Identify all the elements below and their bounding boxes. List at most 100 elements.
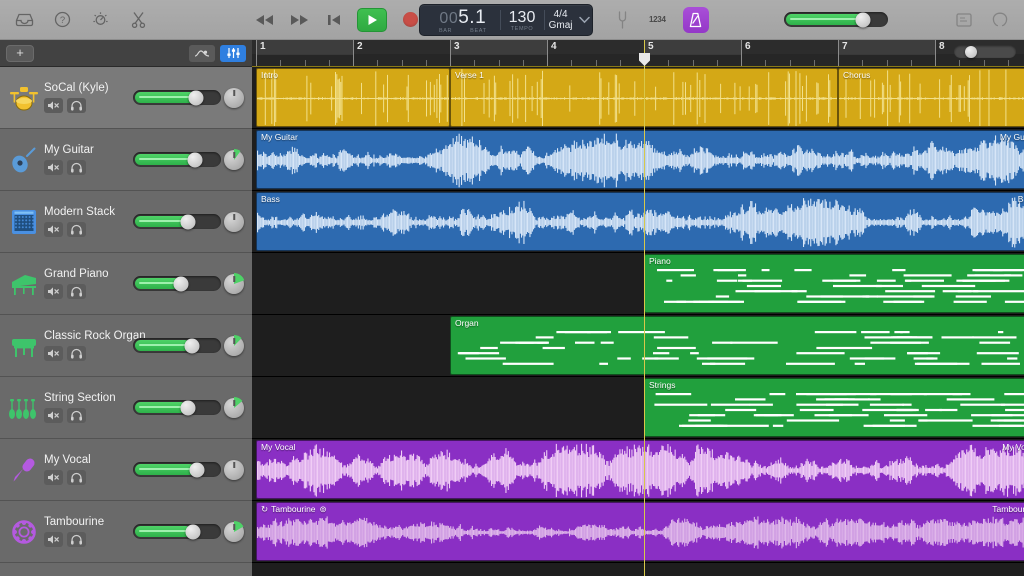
ruler-tick [1007,60,1009,66]
master-volume-slider[interactable] [784,12,888,27]
track-header[interactable]: My Vocal [0,439,252,501]
track-header[interactable]: Modern Stack [0,191,252,253]
lcd-position[interactable]: 00 5 . 1 BAR BEAT [420,5,500,35]
track-lane[interactable]: Strings [252,377,1024,439]
track-lane[interactable]: Intro Verse 1 Chorus [252,67,1024,129]
track-volume-slider[interactable] [133,152,221,167]
region[interactable]: Organ [450,316,1024,375]
mute-button[interactable] [44,284,63,299]
rewind-button[interactable] [252,9,276,31]
flex-button[interactable] [189,44,215,62]
track-volume-slider[interactable] [133,90,221,105]
ruler-bar-line [353,40,354,66]
organ-icon [8,330,40,362]
go-to-beginning-button[interactable] [322,9,346,31]
region[interactable]: My Vocal My Vocal [256,440,1024,499]
track-pan-knob[interactable] [224,87,244,108]
region-label: Organ [455,318,479,328]
track-headers-toolbar: + [0,40,252,67]
loop-browser-icon[interactable] [990,10,1010,30]
track-volume-slider[interactable] [133,214,221,229]
track-pan-knob[interactable] [224,148,244,170]
track-volume-slider[interactable] [133,524,221,539]
track-lane[interactable]: ↻Tambourine⊚ Tambourine [252,501,1024,563]
mute-button[interactable] [44,98,63,113]
ruler-tick [619,60,621,66]
solo-button[interactable] [67,470,86,485]
track-header[interactable]: Classic Rock Organ [0,315,252,377]
track-pan-knob[interactable] [224,459,244,480]
track-volume-slider[interactable] [133,276,221,291]
guitar-icon [8,144,40,176]
track-lane[interactable]: Piano [252,253,1024,315]
region[interactable]: Strings [644,378,1024,437]
solo-button[interactable] [67,532,86,547]
region[interactable]: Chorus [838,68,1024,127]
scissors-icon[interactable] [128,10,148,30]
mute-button[interactable] [44,408,63,423]
track-pan-knob[interactable] [224,272,245,294]
mute-button[interactable] [44,532,63,547]
track-header[interactable]: String Section [0,377,252,439]
track-header[interactable]: Tambourine [0,501,252,563]
metronome-icon[interactable] [682,6,709,33]
tuning-fork-icon[interactable] [612,10,632,30]
track-volume-slider[interactable] [133,400,221,415]
add-track-button[interactable]: + [6,44,34,62]
mute-button[interactable] [44,346,63,361]
track-pan-knob[interactable] [224,396,244,418]
track-header[interactable]: SoCal (Kyle) [0,67,252,129]
ruler-tick [813,60,815,66]
track-lane[interactable]: My Guitar My Guitar [252,129,1024,191]
ruler-tick [522,60,524,66]
track-header[interactable]: My Guitar [0,129,252,191]
zoom-slider[interactable] [954,45,1016,58]
ruler-bar-line [741,40,742,66]
fast-forward-button[interactable] [287,9,311,31]
region[interactable]: Piano [644,254,1024,313]
mute-button[interactable] [44,470,63,485]
count-in-icon[interactable]: 1234 [649,15,666,24]
lcd-signature[interactable]: 4/4 Gmaj [544,5,576,35]
track-header[interactable]: Grand Piano [0,253,252,315]
lcd-tempo-label: TEMPO [510,25,534,32]
library-icon[interactable] [14,10,34,30]
lcd-time-signature: 4/4 [553,8,568,20]
track-volume-slider[interactable] [133,462,221,477]
note-pad-icon[interactable] [954,10,974,30]
region[interactable]: Intro [256,68,450,127]
chevron-down-icon[interactable] [577,5,592,35]
track-lane[interactable]: My Vocal My Vocal [252,439,1024,501]
region[interactable]: My Guitar My Guitar [256,130,1024,189]
mute-button[interactable] [44,222,63,237]
region[interactable]: Bass Bass [256,192,1024,251]
track-volume-slider[interactable] [133,338,221,353]
ruler-bar-line [838,40,839,66]
help-icon[interactable]: ? [52,10,72,30]
region-label: My Guitar [999,132,1024,142]
solo-button[interactable] [67,346,86,361]
solo-button[interactable] [67,408,86,423]
mute-button[interactable] [44,160,63,175]
track-lane[interactable]: Bass Bass [252,191,1024,253]
track-lane[interactable]: Organ [252,315,1024,377]
lcd-tempo[interactable]: 130 TEMPO [500,5,543,35]
region[interactable]: ↻Tambourine⊚ Tambourine [256,502,1024,561]
mixer-button[interactable] [220,44,246,62]
tuner-icon[interactable] [90,10,110,30]
solo-button[interactable] [67,98,86,113]
toolbar-right-icons [954,10,1010,30]
track-pan-knob[interactable] [224,520,244,542]
solo-button[interactable] [67,222,86,237]
track-pan-knob[interactable] [224,334,244,356]
lcd-bar-dim: 00 [439,9,459,27]
ruler-tick [692,60,694,66]
playhead[interactable] [644,40,645,576]
lcd-display[interactable]: 00 5 . 1 BAR BEAT 130 TEMPO 4/4 Gmaj [419,4,593,36]
solo-button[interactable] [67,284,86,299]
region-label: Bass [1017,194,1024,204]
track-pan-knob[interactable] [224,211,244,232]
solo-button[interactable] [67,160,86,175]
ruler[interactable]: 1 2 3 4 5 6 7 8 [252,40,1024,67]
play-button[interactable] [357,7,387,32]
